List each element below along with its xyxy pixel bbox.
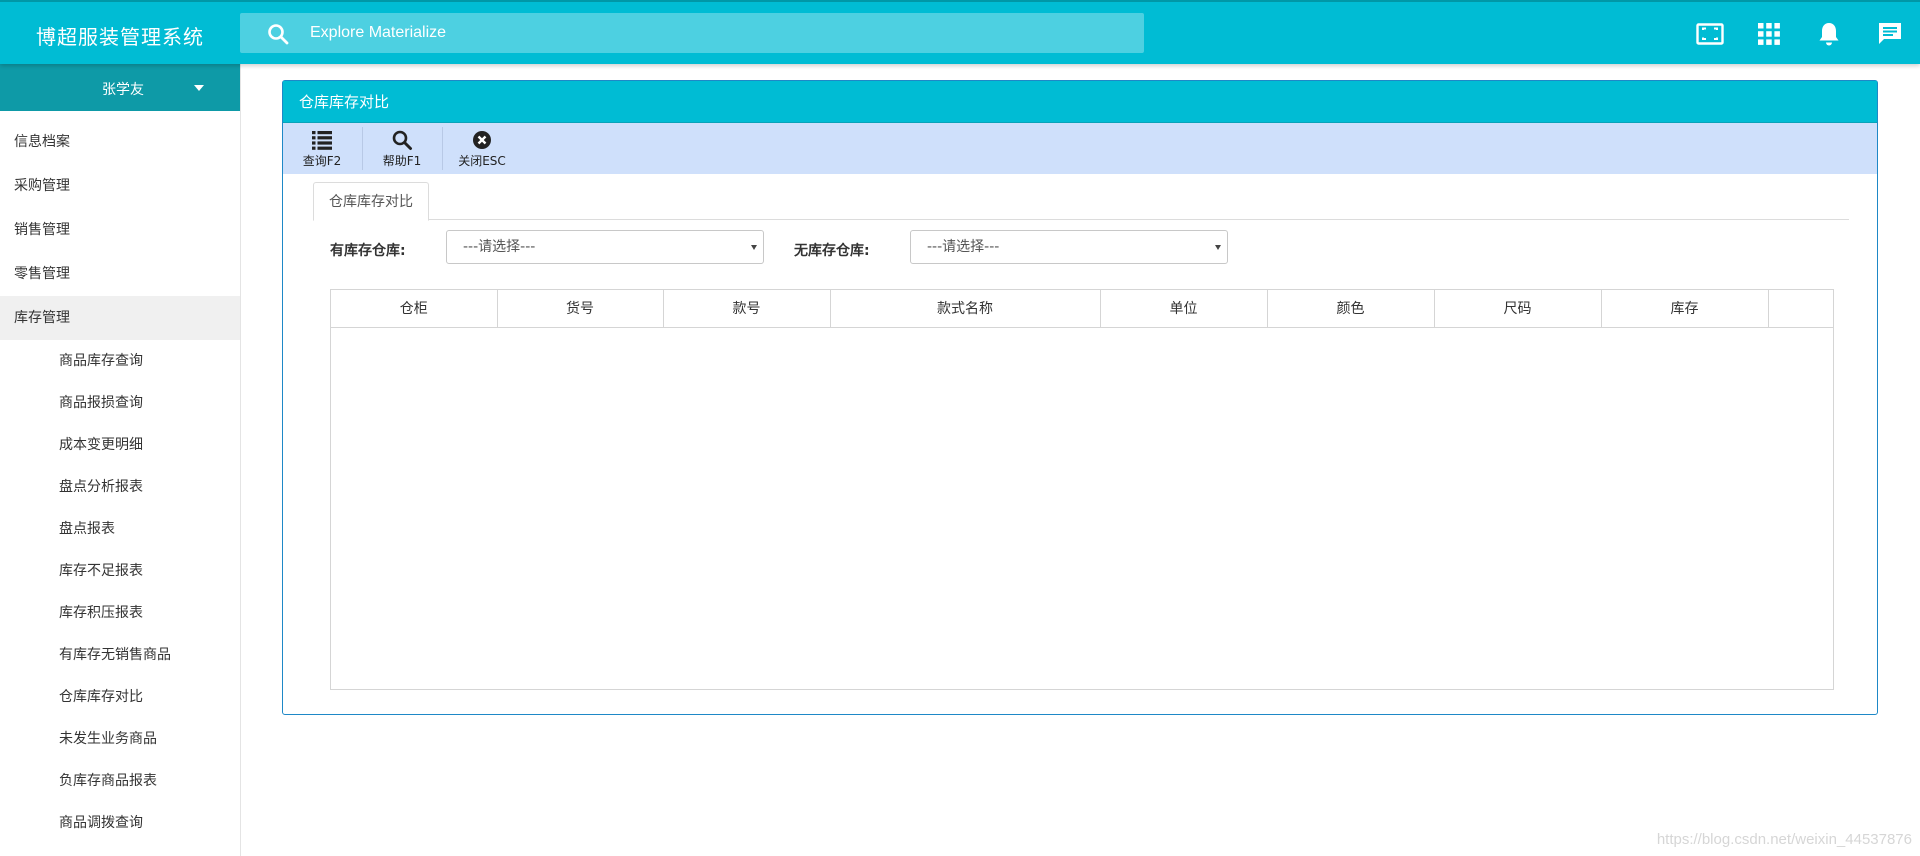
- submenu-item[interactable]: 负库存商品报表: [0, 760, 240, 802]
- sidebar-item-inventory[interactable]: 库存管理: [0, 296, 240, 340]
- magnifier-icon: [392, 130, 412, 150]
- column-header[interactable]: 尺码: [1434, 290, 1602, 328]
- panel-title: 仓库库存对比: [283, 81, 1877, 123]
- submenu-item[interactable]: 商品报损查询: [0, 382, 240, 424]
- sidebar-menu: 信息档案 采购管理 销售管理 零售管理 库存管理: [0, 111, 240, 340]
- notification-bell-icon[interactable]: [1814, 19, 1844, 49]
- help-button[interactable]: 帮助F1: [363, 123, 441, 174]
- close-button-label: 关闭ESC: [458, 154, 506, 168]
- column-header[interactable]: 颜色: [1267, 290, 1435, 328]
- watermark: https://blog.csdn.net/weixin_44537876: [1656, 831, 1912, 848]
- dropdown-arrow-icon: [1215, 245, 1221, 250]
- submenu-item[interactable]: 库存不足报表: [0, 550, 240, 592]
- filter-row: 有库存仓库: ---请选择--- 无库存仓库: ---请选择---: [283, 230, 1879, 266]
- top-app-bar: 博超服装管理系统: [0, 0, 1920, 64]
- search-box[interactable]: [240, 13, 1144, 53]
- data-grid: 仓柜 货号 款号 款式名称 单位 颜色 尺码 库存: [330, 289, 1834, 690]
- search-icon: [268, 24, 289, 45]
- dropdown-arrow-icon: [751, 245, 757, 250]
- user-dropdown[interactable]: 张学友: [0, 64, 240, 111]
- list-icon: [312, 131, 332, 150]
- submenu-item[interactable]: 商品库存查询: [0, 340, 240, 382]
- app-title[interactable]: 博超服装管理系统: [0, 2, 240, 64]
- caret-down-icon: [194, 85, 204, 91]
- submenu-item[interactable]: 成本变更明细: [0, 424, 240, 466]
- data-table: 仓柜 货号 款号 款式名称 单位 颜色 尺码 库存: [331, 290, 1833, 328]
- table-header-row: 仓柜 货号 款号 款式名称 单位 颜色 尺码 库存: [331, 290, 1833, 328]
- without-stock-warehouse-select[interactable]: ---请选择---: [910, 230, 1228, 264]
- column-header[interactable]: 仓柜: [331, 290, 498, 328]
- sidebar-item-sales[interactable]: 销售管理: [0, 208, 240, 252]
- query-button-label: 查询F2: [302, 154, 342, 168]
- column-header: [1768, 290, 1833, 328]
- tab-warehouse-compare[interactable]: 仓库库存对比: [313, 182, 429, 221]
- without-stock-label: 无库存仓库:: [794, 243, 870, 259]
- user-name: 张学友: [102, 82, 144, 98]
- submenu-item[interactable]: 盘点分析报表: [0, 466, 240, 508]
- fullscreen-icon[interactable]: [1695, 19, 1725, 49]
- sidebar-item-archives[interactable]: 信息档案: [0, 120, 240, 164]
- without-stock-select-value: ---请选择---: [927, 239, 1000, 255]
- column-header[interactable]: 单位: [1100, 290, 1268, 328]
- query-button[interactable]: 查询F2: [283, 123, 361, 174]
- submenu-item[interactable]: 未发生业务商品: [0, 718, 240, 760]
- column-header[interactable]: 款式名称: [830, 290, 1101, 328]
- help-button-label: 帮助F1: [382, 154, 422, 168]
- chat-message-icon[interactable]: [1875, 19, 1905, 49]
- column-header[interactable]: 款号: [663, 290, 831, 328]
- close-circle-icon: [473, 131, 491, 149]
- toolbar: 查询F2 帮助F1 关闭ESC: [283, 123, 1877, 174]
- tab-bar: 仓库库存对比: [313, 178, 1849, 221]
- column-header[interactable]: 货号: [497, 290, 664, 328]
- submenu-item-warehouse-compare[interactable]: 仓库库存对比: [0, 676, 240, 718]
- search-input[interactable]: [310, 13, 1110, 53]
- sidebar-item-retail[interactable]: 零售管理: [0, 252, 240, 296]
- submenu-item[interactable]: 库存积压报表: [0, 592, 240, 634]
- sidebar-item-purchase[interactable]: 采购管理: [0, 164, 240, 208]
- sidebar: 张学友 信息档案 采购管理 销售管理 零售管理 库存管理 商品库存查询 商品报损…: [0, 64, 241, 856]
- column-header[interactable]: 库存: [1601, 290, 1769, 328]
- apps-grid-icon[interactable]: [1754, 19, 1784, 49]
- submenu-item[interactable]: 商品调拨查询: [0, 802, 240, 844]
- warehouse-compare-panel: 仓库库存对比 查询F2 帮助F1 关闭ESC 仓库库存对比 有库存仓库: ---…: [282, 80, 1878, 715]
- with-stock-label: 有库存仓库:: [330, 243, 406, 259]
- with-stock-select-value: ---请选择---: [463, 239, 536, 255]
- close-button[interactable]: 关闭ESC: [443, 123, 521, 174]
- inventory-submenu: 商品库存查询 商品报损查询 成本变更明细 盘点分析报表 盘点报表 库存不足报表 …: [0, 340, 240, 844]
- submenu-item[interactable]: 盘点报表: [0, 508, 240, 550]
- with-stock-warehouse-select[interactable]: ---请选择---: [446, 230, 764, 264]
- submenu-item[interactable]: 有库存无销售商品: [0, 634, 240, 676]
